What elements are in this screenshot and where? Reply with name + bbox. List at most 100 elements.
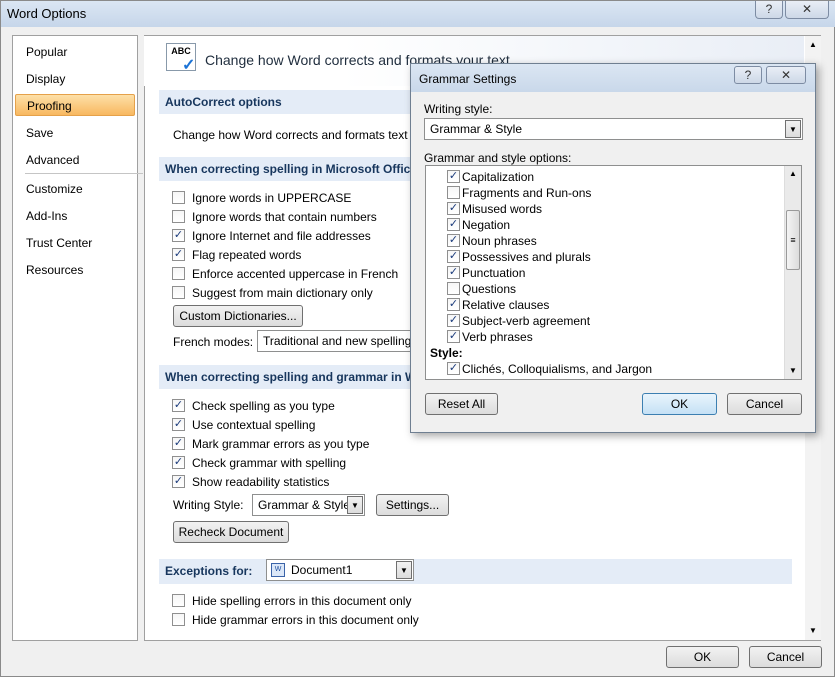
list-item-label: Questions [462, 282, 517, 296]
flag-repeated-checkbox[interactable]: ✓ [172, 248, 185, 261]
option-label: Flag repeated words [192, 248, 302, 262]
nav-item-proofing[interactable]: Proofing [15, 94, 135, 116]
option-label: Check spelling as you type [192, 399, 335, 413]
nav-item-customize[interactable]: Customize [15, 178, 135, 200]
scroll-down-icon[interactable]: ▼ [809, 626, 817, 635]
list-item-label: Negation [462, 218, 511, 232]
dialog-writing-style-label: Writing style: [424, 102, 493, 116]
scroll-thumb[interactable]: ≡ [786, 210, 800, 270]
list-item-checkbox[interactable] [447, 282, 460, 295]
dialog-title-bar: Grammar Settings ? ✕ [411, 64, 815, 92]
chevron-down-icon[interactable]: ▼ [396, 561, 412, 579]
writing-style-select[interactable]: Grammar & Style ▼ [252, 494, 365, 516]
hide-grammar-checkbox[interactable] [172, 613, 185, 626]
list-item[interactable]: Fragments and Run-ons [426, 185, 786, 201]
hide-spelling-checkbox[interactable] [172, 594, 185, 607]
close-icon: ✕ [801, 2, 813, 16]
exceptions-document-select[interactable]: W Document1 ▼ [266, 559, 414, 581]
list-item[interactable]: ✓ Relative clauses [426, 297, 786, 313]
main-dictionary-checkbox[interactable] [172, 286, 185, 299]
list-item[interactable]: ✓ Negation [426, 217, 786, 233]
list-item-label: Subject-verb agreement [462, 314, 591, 328]
option-label: Show readability statistics [192, 475, 330, 489]
list-item-checkbox[interactable]: ✓ [447, 298, 460, 311]
mark-grammar-checkbox[interactable]: ✓ [172, 437, 185, 450]
list-item[interactable]: ✓ Possessives and plurals [426, 249, 786, 265]
close-icon: ✕ [780, 68, 792, 82]
dialog-close-button[interactable]: ✕ [766, 66, 806, 84]
list-item[interactable]: ✓ Subject-verb agreement [426, 313, 786, 329]
help-icon: ? [744, 68, 752, 82]
nav-item-advanced[interactable]: Advanced [15, 149, 135, 171]
option-label: Enforce accented uppercase in French [192, 267, 399, 281]
list-item[interactable]: ✓ Punctuation [426, 265, 786, 281]
nav-item-resources[interactable]: Resources [15, 259, 135, 281]
list-item[interactable]: ✓ Capitalization [426, 169, 786, 185]
recheck-document-button[interactable]: Recheck Document [173, 521, 289, 543]
list-item[interactable]: ✓ Verb phrases [426, 329, 786, 345]
option-label: Suggest from main dictionary only [192, 286, 373, 300]
list-item-label: Fragments and Run-ons [462, 186, 592, 200]
cancel-button[interactable]: Cancel [749, 646, 822, 668]
list-item-checkbox[interactable]: ✓ [447, 250, 460, 263]
list-item[interactable]: ✓ Noun phrases [426, 233, 786, 249]
french-modes-label: French modes: [173, 335, 254, 349]
list-item-checkbox[interactable]: ✓ [447, 362, 460, 375]
option-label: Mark grammar errors as you type [192, 437, 370, 451]
option-label: Ignore words that contain numbers [192, 210, 377, 224]
readability-checkbox[interactable]: ✓ [172, 475, 185, 488]
check-spelling-checkbox[interactable]: ✓ [172, 399, 185, 412]
nav-item-trust-center[interactable]: Trust Center [15, 232, 135, 254]
option-label: Hide spelling errors in this document on… [192, 594, 412, 608]
nav-item-add-ins[interactable]: Add-Ins [15, 205, 135, 227]
list-item[interactable]: ✓ Clichés, Colloquialisms, and Jargon [426, 361, 786, 377]
scroll-up-icon[interactable]: ▲ [809, 40, 817, 49]
help-button[interactable]: ? [755, 1, 783, 19]
nav-item-save[interactable]: Save [15, 122, 135, 144]
chevron-down-icon[interactable]: ▼ [785, 120, 801, 138]
list-item-label: Misused words [462, 202, 543, 216]
option-label: Ignore Internet and file addresses [192, 229, 371, 243]
scroll-down-icon[interactable]: ▼ [789, 366, 797, 375]
dialog-writing-style-value: Grammar & Style [430, 122, 523, 136]
list-item[interactable]: ✓ Misused words [426, 201, 786, 217]
contextual-spelling-checkbox[interactable]: ✓ [172, 418, 185, 431]
settings-button[interactable]: Settings... [376, 494, 449, 516]
french-modes-value: Traditional and new spelling [263, 334, 412, 348]
list-item-checkbox[interactable]: ✓ [447, 266, 460, 279]
dialog-writing-style-select[interactable]: Grammar & Style ▼ [424, 118, 803, 140]
list-item-checkbox[interactable] [447, 186, 460, 199]
ok-button[interactable]: OK [666, 646, 739, 668]
list-item-checkbox[interactable]: ✓ [447, 202, 460, 215]
dialog-help-button[interactable]: ? [734, 66, 762, 84]
chevron-down-icon[interactable]: ▼ [347, 496, 363, 514]
ignore-internet-checkbox[interactable]: ✓ [172, 229, 185, 242]
enforce-accented-checkbox[interactable] [172, 267, 185, 280]
ignore-uppercase-checkbox[interactable] [172, 191, 185, 204]
list-item[interactable]: Questions [426, 281, 786, 297]
list-item-checkbox[interactable]: ✓ [447, 218, 460, 231]
option-label: Hide grammar errors in this document onl… [192, 613, 419, 627]
dialog-cancel-button[interactable]: Cancel [727, 393, 802, 415]
list-item-checkbox[interactable]: ✓ [447, 314, 460, 327]
list-item-label: Clichés, Colloquialisms, and Jargon [462, 362, 653, 376]
scroll-up-icon[interactable]: ▲ [789, 169, 797, 178]
writing-style-label: Writing Style: [173, 498, 244, 512]
list-item-checkbox[interactable]: ✓ [447, 170, 460, 183]
close-button[interactable]: ✕ [785, 1, 829, 19]
list-item-label: Possessives and plurals [462, 250, 591, 264]
list-scrollbar[interactable]: ▲ ≡ ▼ [784, 166, 801, 379]
french-modes-select[interactable]: Traditional and new spelling [257, 330, 417, 352]
ignore-numbers-checkbox[interactable] [172, 210, 185, 223]
list-item-checkbox[interactable]: ✓ [447, 330, 460, 343]
style-heading-label: Style: [430, 346, 463, 360]
custom-dictionaries-button[interactable]: Custom Dictionaries... [173, 305, 303, 327]
list-item-checkbox[interactable]: ✓ [447, 234, 460, 247]
reset-all-button[interactable]: Reset All [425, 393, 498, 415]
help-icon: ? [765, 2, 773, 16]
nav-item-display[interactable]: Display [15, 68, 135, 90]
nav-item-popular[interactable]: Popular [15, 41, 135, 63]
check-grammar-checkbox[interactable]: ✓ [172, 456, 185, 469]
dialog-ok-button[interactable]: OK [642, 393, 717, 415]
list-item-label: Punctuation [462, 266, 526, 280]
